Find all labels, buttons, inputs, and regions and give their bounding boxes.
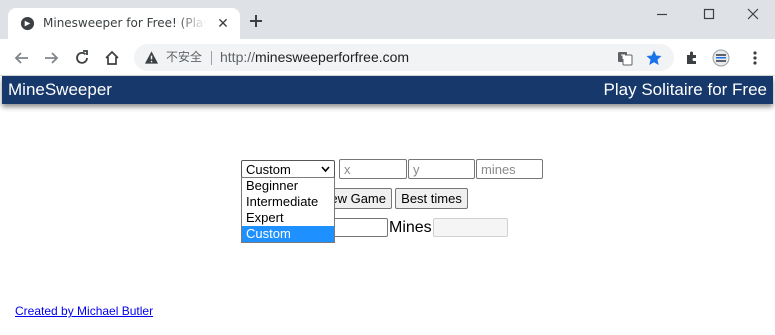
menu-icon[interactable] <box>746 49 764 67</box>
chevron-down-icon <box>321 166 330 173</box>
minimize-icon[interactable] <box>654 6 670 22</box>
browser-toolbar: 不安全 http://minesweeperforfree.com <box>0 39 775 76</box>
site-header: MineSweeper Play Solitaire for Free <box>2 76 773 104</box>
tab-close-icon[interactable]: ✕ <box>215 16 231 32</box>
security-status-label[interactable]: 不安全 <box>166 49 202 65</box>
best-times-button[interactable]: Best times <box>395 188 468 209</box>
option-beginner[interactable]: Beginner <box>242 178 334 194</box>
author-credit-link[interactable]: Created by Michael Butler <box>15 304 153 319</box>
height-placeholder: y <box>413 162 420 177</box>
site-brand[interactable]: MineSweeper <box>8 80 112 100</box>
mines-counter-display <box>433 218 508 237</box>
tab-title: Minesweeper for Free! (Play In <box>43 16 206 30</box>
url-scheme: http:// <box>220 49 256 65</box>
url-host: minesweeperforfree.com <box>255 49 410 65</box>
mines-input[interactable]: mines <box>476 159 543 179</box>
reload-icon[interactable] <box>73 49 91 67</box>
favicon-icon <box>20 16 35 31</box>
width-input[interactable]: x <box>339 159 407 179</box>
home-icon[interactable] <box>103 49 121 67</box>
height-input[interactable]: y <box>408 159 475 179</box>
forward-icon[interactable] <box>42 49 60 67</box>
translate-icon[interactable] <box>617 50 633 66</box>
difficulty-selected-value: Custom <box>246 162 291 177</box>
option-intermediate[interactable]: Intermediate <box>242 194 334 210</box>
star-icon[interactable] <box>645 49 663 67</box>
option-expert[interactable]: Expert <box>242 210 334 226</box>
solitaire-link[interactable]: Play Solitaire for Free <box>604 80 767 100</box>
maximize-icon[interactable] <box>701 6 717 22</box>
mines-label: Mines: <box>389 219 437 236</box>
back-icon[interactable] <box>13 49 31 67</box>
tab-strip: Minesweeper for Free! (Play In ✕ <box>0 0 775 39</box>
mines-placeholder: mines <box>481 162 516 177</box>
address-bar[interactable]: 不安全 http://minesweeperforfree.com <box>134 44 674 71</box>
difficulty-select[interactable]: Custom <box>241 160 335 178</box>
omnibox-divider <box>211 51 212 65</box>
browser-tab[interactable]: Minesweeper for Free! (Play In ✕ <box>8 8 240 39</box>
new-tab-icon[interactable] <box>247 12 265 30</box>
close-window-icon[interactable] <box>745 6 761 22</box>
width-placeholder: x <box>344 162 351 177</box>
extensions-icon[interactable] <box>683 49 701 67</box>
url-text[interactable]: http://minesweeperforfree.com <box>220 48 409 66</box>
difficulty-dropdown-list: Beginner Intermediate Expert Custom <box>241 177 335 243</box>
warning-icon[interactable] <box>144 50 159 65</box>
option-custom[interactable]: Custom <box>242 226 334 242</box>
profile-icon[interactable] <box>712 49 730 67</box>
